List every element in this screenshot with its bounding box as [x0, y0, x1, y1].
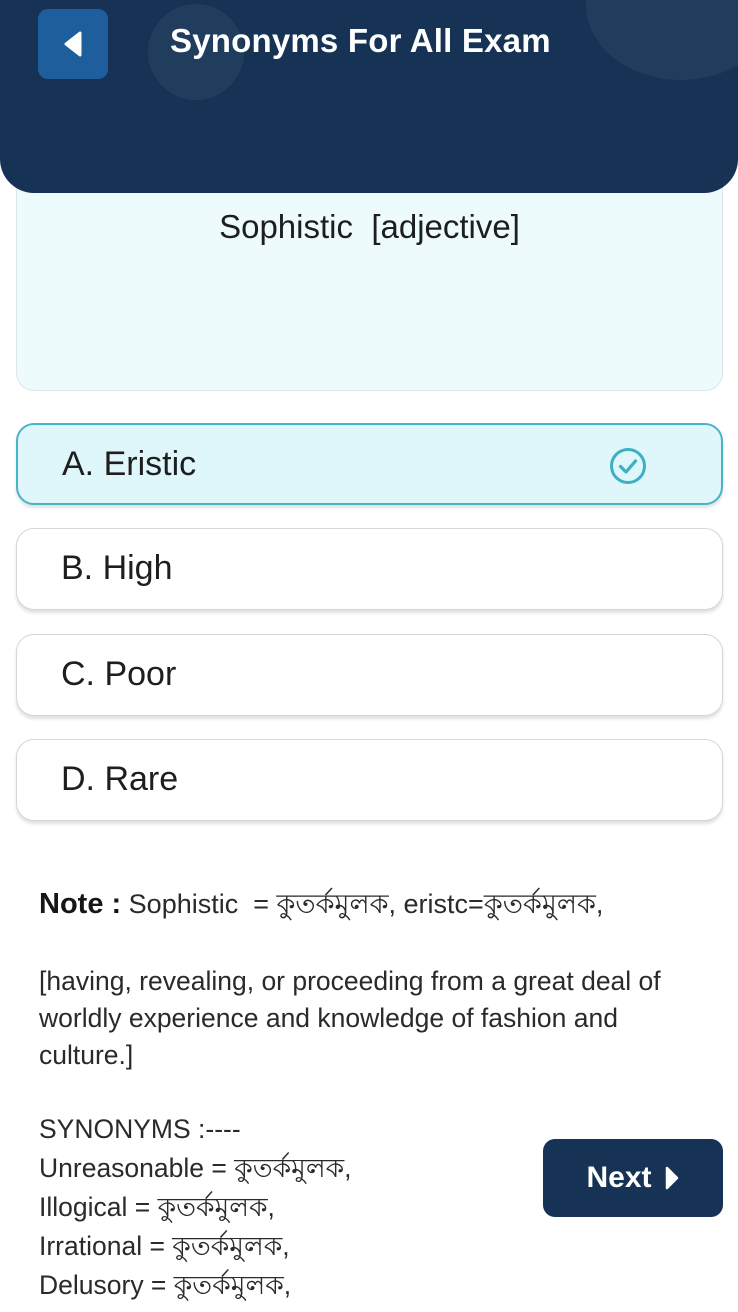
header-decoration-circle — [586, 0, 738, 80]
synonyms-heading: SYNONYMS :---- — [39, 1114, 241, 1144]
next-label: Next — [586, 1161, 652, 1194]
option-a[interactable]: A. Eristic — [16, 423, 723, 505]
caret-left-icon — [64, 31, 82, 57]
synonym-item: Unreasonable = কুতর্কমুলক, — [39, 1153, 352, 1183]
caret-right-icon — [665, 1166, 678, 1190]
note-text: Sophistic = কুতর্কমুলক, eristc=কুতর্কমুল… — [121, 889, 604, 919]
option-label: A. Eristic — [62, 445, 197, 483]
page-title: Synonyms For All Exam — [170, 22, 551, 59]
option-label: B. High — [61, 549, 173, 587]
app-header: Synonyms For All Exam — [0, 0, 738, 193]
option-c[interactable]: C. Poor — [16, 634, 723, 716]
synonyms-list: SYNONYMS :---- Unreasonable = কুতর্কমুলক… — [39, 1110, 352, 1305]
question-word: Sophistic [adjective] — [219, 208, 520, 245]
note-paragraph: [having, revealing, or proceeding from a… — [39, 966, 661, 1070]
option-label: D. Rare — [61, 760, 179, 798]
option-d[interactable]: D. Rare — [16, 739, 723, 821]
synonym-item: Irrational = কুতর্কমুলক, — [39, 1231, 290, 1261]
synonym-item: Illogical = কুতর্কমুলক, — [39, 1192, 275, 1222]
note-heading: Note : — [39, 888, 122, 920]
synonym-item: Delusory = কুতর্কমুলক, — [39, 1270, 292, 1300]
option-b[interactable]: B. High — [16, 528, 723, 610]
option-label: C. Poor — [61, 655, 177, 693]
question-card: Sophistic [adjective] — [16, 160, 723, 391]
note-line: Note : Sophistic = কুতর্কমুলক, eristc=কু… — [39, 884, 709, 929]
back-button[interactable] — [38, 9, 108, 79]
check-circle-icon — [610, 448, 646, 484]
next-button[interactable]: Next — [543, 1139, 723, 1217]
